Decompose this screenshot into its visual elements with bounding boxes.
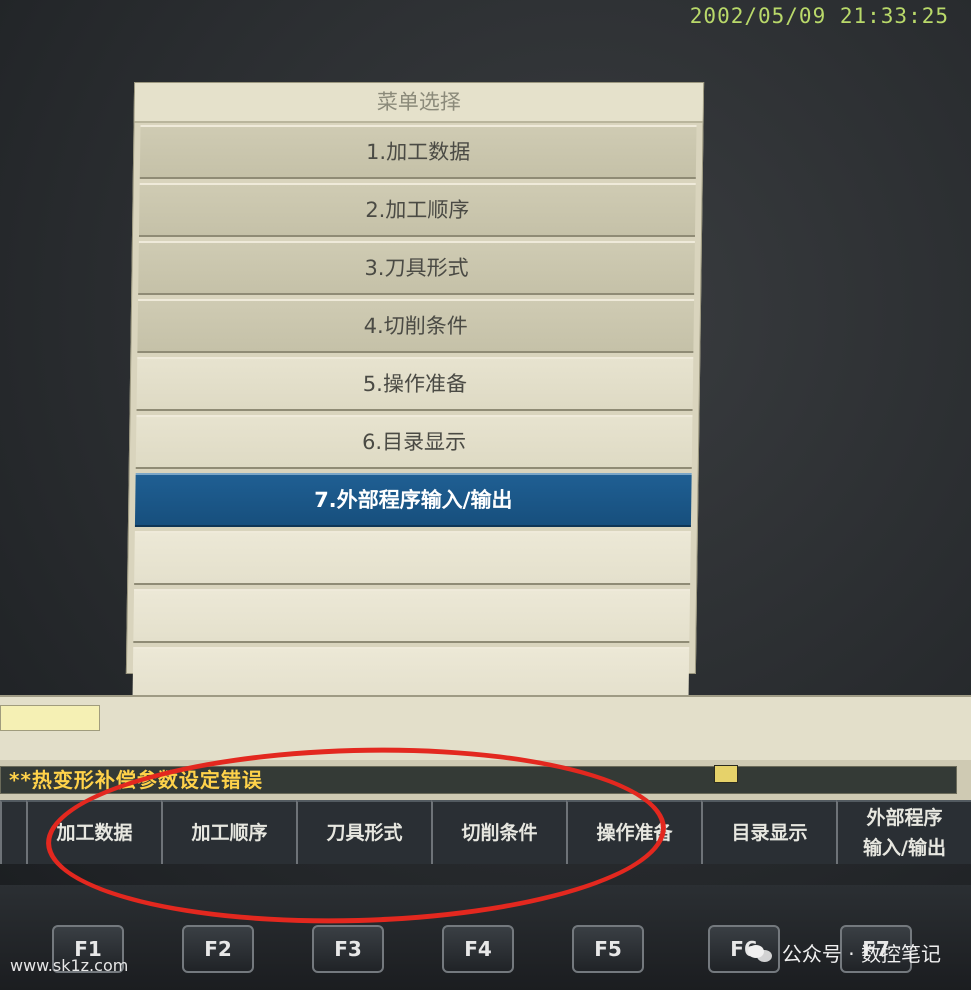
softkey-cutting-conditions[interactable]: 切削条件 — [431, 800, 566, 864]
f3-key[interactable]: F3 — [312, 925, 384, 973]
menu-item-machining-data[interactable]: 1.加工数据 — [139, 125, 697, 179]
watermark-site: www.sk1z.com — [10, 956, 129, 975]
menu-item-directory-display[interactable]: 6.目录显示 — [135, 415, 693, 469]
f5-key[interactable]: F5 — [572, 925, 644, 973]
alarm-message: **热变形补偿参数设定错误 — [9, 768, 263, 792]
message-bar: **热变形补偿参数设定错误 — [0, 760, 971, 800]
clock-display: 2002/05/09 21:33:25 — [689, 4, 949, 28]
wechat-icon — [747, 943, 774, 963]
softkey-external-program-io[interactable]: 外部程序 输入/输出 — [836, 800, 971, 864]
softkey-menu: 加工数据 加工顺序 刀具形式 切削条件 操作准备 目录显示 外部程序 输入/输出 — [0, 800, 971, 864]
message-strip: **热变形补偿参数设定错误 — [0, 766, 957, 794]
menu-item-empty — [134, 531, 691, 585]
cnc-screen: 2002/05/09 21:33:25 菜单选择 1.加工数据 2.加工顺序 3… — [0, 0, 971, 885]
softkey-machining-data[interactable]: 加工数据 — [26, 800, 161, 864]
f2-key[interactable]: F2 — [182, 925, 254, 973]
menu-selection-panel: 菜单选择 1.加工数据 2.加工顺序 3.刀具形式 4.切削条件 5.操作准备 … — [125, 82, 705, 701]
menu-item-cutting-conditions[interactable]: 4.切削条件 — [137, 299, 695, 353]
scroll-indicator — [714, 765, 738, 783]
watermark-account-text: 公众号 · 数控笔记 — [781, 942, 941, 966]
menu-item-empty — [133, 589, 691, 643]
menu-title: 菜单选择 — [134, 83, 704, 123]
f4-key[interactable]: F4 — [442, 925, 514, 973]
menu-item-empty — [132, 647, 690, 701]
input-bar — [0, 695, 971, 761]
softkey-tool-type[interactable]: 刀具形式 — [296, 800, 431, 864]
softkey-directory-display[interactable]: 目录显示 — [701, 800, 836, 864]
input-field[interactable] — [0, 705, 100, 731]
menu-item-machining-sequence[interactable]: 2.加工顺序 — [138, 183, 696, 237]
softkey-blank — [0, 800, 26, 864]
menu-item-operation-preparation[interactable]: 5.操作准备 — [136, 357, 694, 411]
softkey-operation-preparation[interactable]: 操作准备 — [566, 800, 701, 864]
menu-list: 1.加工数据 2.加工顺序 3.刀具形式 4.切削条件 5.操作准备 6.目录显… — [126, 123, 702, 701]
softkey-machining-sequence[interactable]: 加工顺序 — [161, 800, 296, 864]
menu-item-tool-type[interactable]: 3.刀具形式 — [138, 241, 695, 295]
menu-item-external-program-io[interactable]: 7.外部程序输入/输出 — [134, 473, 692, 527]
watermark-account: 公众号 · 数控笔记 — [747, 938, 941, 967]
